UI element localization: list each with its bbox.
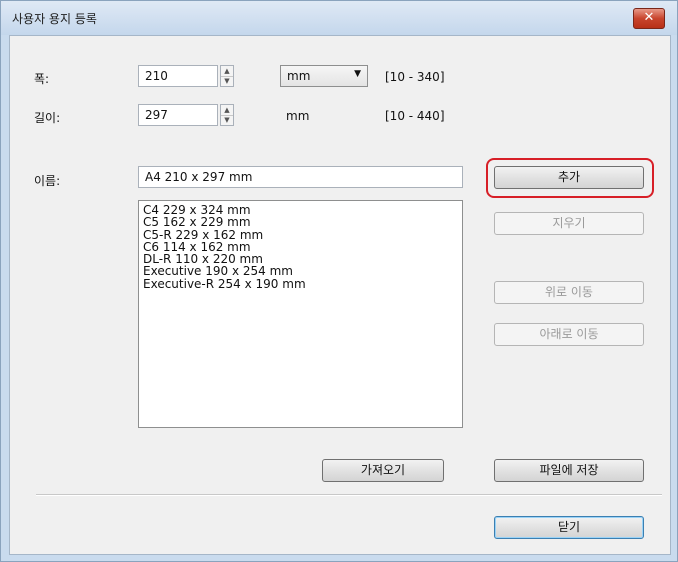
dialog-window: 사용자 용지 등록 ✕ 폭: 210 ▲ ▼ mm ▼ [10 - 340] 길…	[0, 0, 678, 562]
width-label: 폭:	[34, 72, 50, 86]
list-item[interactable]: Executive-R 254 x 190 mm	[143, 277, 458, 290]
chevron-down-icon: ▼	[354, 69, 361, 79]
name-label: 이름:	[34, 174, 61, 188]
length-unit: mm	[286, 109, 310, 123]
separator	[36, 494, 662, 496]
close-icon: ✕	[643, 10, 655, 25]
move-up-button[interactable]: 위로 이동	[494, 281, 644, 304]
dialog-body: 폭: 210 ▲ ▼ mm ▼ [10 - 340] 길이: 297 ▲ ▼ m…	[9, 35, 671, 555]
dialog-title: 사용자 용지 등록	[12, 12, 97, 26]
paper-list[interactable]: C4 229 x 324 mm C5 162 x 229 mm C5-R 229…	[138, 200, 463, 428]
add-button[interactable]: 추가	[494, 166, 644, 189]
length-range: [10 - 440]	[385, 109, 445, 123]
delete-button[interactable]: 지우기	[494, 212, 644, 235]
import-button[interactable]: 가져오기	[322, 459, 444, 482]
close-window-button[interactable]: ✕	[633, 8, 665, 29]
list-item[interactable]: Executive 190 x 254 mm	[143, 265, 458, 278]
width-input[interactable]: 210	[138, 65, 218, 87]
spin-down-icon[interactable]: ▼	[221, 115, 233, 125]
close-button[interactable]: 닫기	[494, 516, 644, 539]
unit-select-value: mm	[287, 69, 311, 83]
length-label: 길이:	[34, 111, 61, 125]
width-range: [10 - 340]	[385, 70, 445, 84]
length-input[interactable]: 297	[138, 104, 218, 126]
length-spinner[interactable]: ▲ ▼	[220, 104, 234, 126]
width-spinner[interactable]: ▲ ▼	[220, 65, 234, 87]
move-down-button[interactable]: 아래로 이동	[494, 323, 644, 346]
list-item[interactable]: C5 162 x 229 mm	[143, 216, 458, 229]
name-input[interactable]: A4 210 x 297 mm	[138, 166, 463, 188]
save-to-file-button[interactable]: 파일에 저장	[494, 459, 644, 482]
unit-select[interactable]: mm ▼	[280, 65, 368, 87]
title-bar: 사용자 용지 등록 ✕	[1, 1, 677, 35]
spin-down-icon[interactable]: ▼	[221, 76, 233, 86]
